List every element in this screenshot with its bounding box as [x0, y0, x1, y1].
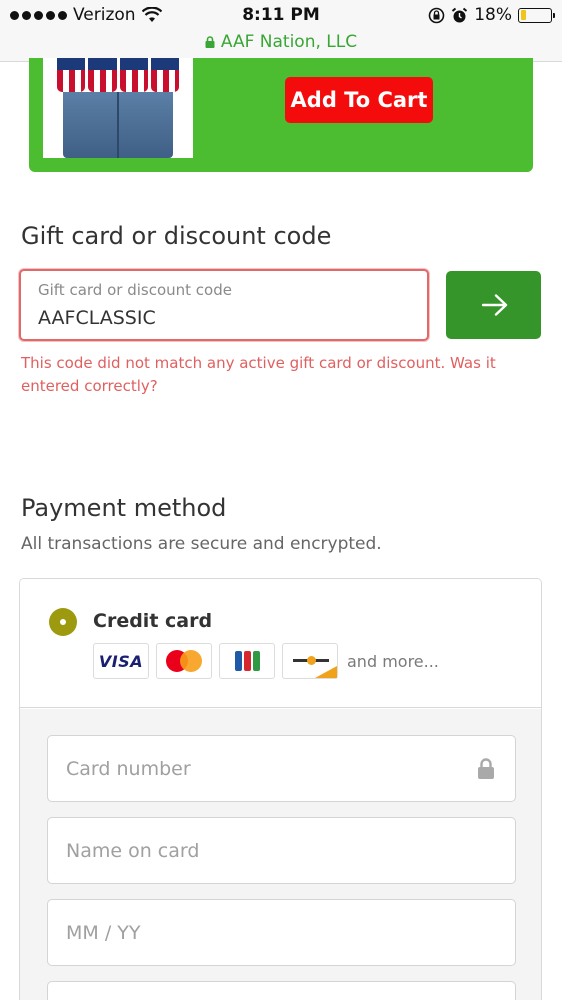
apply-code-button[interactable] [446, 271, 541, 339]
generic-card-icon [282, 643, 338, 679]
lock-icon [478, 758, 494, 779]
expiry-field-wrapper [47, 899, 516, 966]
battery-icon [518, 7, 555, 23]
name-on-card-field[interactable] [48, 818, 515, 883]
site-name: AAF Nation, LLC [220, 32, 358, 52]
card-number-field-wrapper [47, 735, 516, 802]
rotation-lock-icon [428, 7, 445, 23]
visa-icon: VISA [93, 643, 149, 679]
payment-heading: Payment method [21, 494, 227, 522]
name-on-card-field-wrapper [47, 817, 516, 884]
more-cards-label: and more... [347, 651, 439, 671]
card-number-field[interactable] [48, 736, 515, 801]
gift-card-heading: Gift card or discount code [21, 222, 332, 250]
site-identity[interactable]: AAF Nation, LLC [0, 32, 562, 52]
alarm-icon [452, 7, 468, 22]
jeans-graphic [63, 92, 173, 158]
status-icons: 18% [428, 5, 555, 25]
payment-option-credit-card[interactable]: Credit card VISA and more... [20, 579, 541, 708]
flag-beer-holster-graphic [43, 58, 193, 92]
gift-card-field[interactable]: Gift card or discount code AAFCLASSIC [19, 269, 429, 341]
jcb-icon [219, 643, 275, 679]
status-bar: Verizon 8:11 PM 18% AAF Nation, LLC [0, 0, 562, 62]
payment-subheading: All transactions are secure and encrypte… [21, 534, 382, 554]
payment-methods: Credit card VISA and more... [19, 578, 542, 1000]
mastercard-icon [156, 643, 212, 679]
credit-card-label: Credit card [93, 610, 213, 632]
visa-logo-text: VISA [98, 651, 144, 671]
arrow-right-icon [482, 294, 508, 316]
card-brands: VISA and more... [93, 643, 439, 679]
gift-card-field-label: Gift card or discount code [38, 281, 232, 299]
card-details-form [20, 709, 541, 1000]
promo-banner: Add To Cart [29, 58, 533, 172]
add-to-cart-button[interactable]: Add To Cart [285, 77, 433, 123]
gift-card-error: This code did not match any active gift … [21, 354, 496, 395]
secure-lock-icon [205, 36, 215, 48]
expiry-field[interactable] [48, 900, 515, 965]
product-image[interactable] [43, 58, 193, 158]
battery-percent: 18% [474, 5, 512, 25]
security-code-field-wrapper [47, 981, 516, 1000]
credit-card-radio[interactable] [49, 608, 77, 636]
gift-card-field-value[interactable]: AAFCLASSIC [38, 307, 156, 329]
